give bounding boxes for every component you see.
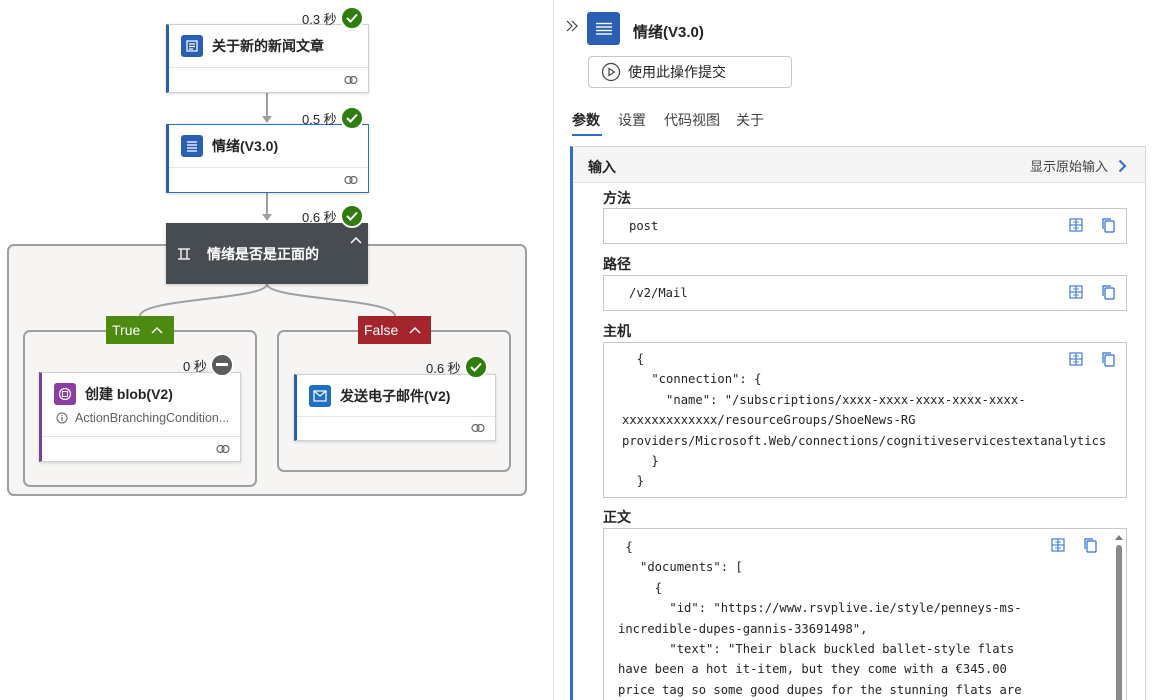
duration-badge: 0.3 秒: [302, 6, 364, 30]
body-label: 正文: [603, 507, 631, 527]
copy-icon[interactable]: [1100, 217, 1116, 233]
rss-news-icon: [181, 35, 203, 57]
section-title: 输入: [588, 157, 616, 177]
blob-storage-icon: [54, 383, 76, 405]
details-panel: 情绪(V3.0) 使用此操作提交 参数 设置 代码视图 关于 输入 显示原始输入…: [553, 0, 1170, 700]
branch-label: False: [364, 322, 398, 338]
duration-badge: 0 秒: [183, 353, 234, 377]
inputs-section: 输入 显示原始输入 方法 post 路径 /v2/Mail 主机: [570, 146, 1146, 700]
collapse-chevron-icon: [151, 326, 163, 334]
body-field[interactable]: { "documents": [ { "id": "https://www.rs…: [603, 528, 1127, 700]
tab-settings[interactable]: 设置: [618, 110, 646, 130]
duration-badge: 0.6 秒: [302, 204, 364, 228]
host-label: 主机: [603, 321, 631, 341]
divider: [42, 436, 240, 437]
scroll-up-icon[interactable]: [1114, 533, 1124, 541]
expand-table-icon[interactable]: [1068, 351, 1084, 367]
link-icon: [344, 175, 358, 185]
body-scrollbar[interactable]: [1114, 533, 1124, 700]
info-icon: [56, 412, 68, 424]
inputs-section-header: 输入 显示原始输入: [573, 147, 1145, 183]
duration-badge: 0.6 秒: [426, 355, 488, 379]
duration-text: 0.6 秒: [302, 207, 337, 226]
path-value: /v2/Mail: [629, 283, 688, 303]
trigger-card[interactable]: 关于新的新闻文章: [166, 24, 369, 93]
condition-icon: [177, 247, 191, 261]
condition-title: 情绪是否是正面的: [207, 244, 319, 264]
tab-parameters[interactable]: 参数: [572, 110, 600, 130]
expand-table-icon[interactable]: [1068, 217, 1084, 233]
tab-code-view[interactable]: 代码视图: [664, 110, 720, 130]
method-value: post: [629, 216, 658, 236]
node-title: 发送电子邮件(V2): [340, 386, 450, 406]
play-circle-icon: [601, 62, 621, 82]
link-icon: [216, 444, 230, 454]
expand-table-icon[interactable]: [1050, 537, 1066, 553]
duration-text: 0.6 秒: [426, 358, 461, 377]
success-check-icon: [340, 106, 364, 130]
duration-text: 0.3 秒: [302, 9, 337, 28]
skip-message: ActionBranchingCondition...: [56, 411, 234, 425]
success-check-icon: [340, 6, 364, 30]
false-branch-tag[interactable]: False: [358, 316, 431, 344]
active-tab-indicator: [572, 134, 602, 136]
method-label: 方法: [603, 188, 631, 208]
copy-icon[interactable]: [1100, 284, 1116, 300]
success-check-icon: [340, 204, 364, 228]
submit-button-label: 使用此操作提交: [628, 62, 726, 82]
collapse-chevron-icon: [409, 326, 421, 334]
chevron-right-icon: [1118, 159, 1127, 173]
duration-text: 0 秒: [183, 356, 207, 375]
duration-text: 0.5 秒: [302, 109, 337, 128]
outlook-icon: [309, 385, 331, 407]
copy-icon[interactable]: [1100, 351, 1116, 367]
designer-canvas: 关于新的新闻文章 0.3 秒 情绪(V3.0) 0.5 秒 情绪是否是正面的 0…: [0, 0, 553, 700]
scrollbar-thumb[interactable]: [1116, 545, 1122, 700]
send-email-card[interactable]: 发送电子邮件(V2): [294, 374, 496, 441]
path-field[interactable]: /v2/Mail: [603, 275, 1127, 311]
action-icon: [587, 12, 620, 45]
host-field[interactable]: { "connection": { "name": "/subscription…: [603, 342, 1127, 498]
skip-message-text: ActionBranchingCondition...: [75, 411, 229, 425]
success-check-icon: [464, 355, 488, 379]
node-title: 创建 blob(V2): [85, 384, 173, 404]
panel-title: 情绪(V3.0): [633, 21, 704, 42]
submit-from-action-button[interactable]: 使用此操作提交: [588, 56, 792, 88]
expand-table-icon[interactable]: [1068, 284, 1084, 300]
condition-card[interactable]: 情绪是否是正面的: [166, 223, 368, 284]
tab-about[interactable]: 关于: [736, 110, 764, 130]
sentiment-action-card[interactable]: 情绪(V3.0): [166, 124, 369, 193]
show-raw-inputs-link[interactable]: 显示原始输入: [1030, 156, 1127, 175]
collapse-panel-icon[interactable]: [566, 20, 578, 32]
show-raw-inputs-label: 显示原始输入: [1030, 156, 1108, 175]
host-value: { "connection": { "name": "/subscription…: [622, 349, 1106, 492]
path-label: 路径: [603, 254, 631, 274]
link-icon: [471, 423, 485, 433]
collapse-chevron-icon[interactable]: [350, 236, 362, 244]
create-blob-card[interactable]: 创建 blob(V2) ActionBranchingCondition...: [39, 372, 241, 462]
copy-icon[interactable]: [1082, 537, 1098, 553]
divider: [169, 67, 368, 68]
divider: [169, 167, 368, 168]
node-title: 情绪(V3.0): [212, 136, 278, 156]
branch-label: True: [112, 322, 140, 338]
divider: [297, 416, 495, 417]
node-title: 关于新的新闻文章: [212, 36, 324, 56]
body-value: { "documents": [ { "id": "https://www.rs…: [618, 537, 1022, 700]
true-branch-tag[interactable]: True: [106, 316, 174, 344]
skipped-icon: [210, 353, 234, 377]
method-field[interactable]: post: [603, 208, 1127, 244]
duration-badge: 0.5 秒: [302, 106, 364, 130]
link-icon: [344, 75, 358, 85]
text-analytics-icon: [181, 135, 203, 157]
